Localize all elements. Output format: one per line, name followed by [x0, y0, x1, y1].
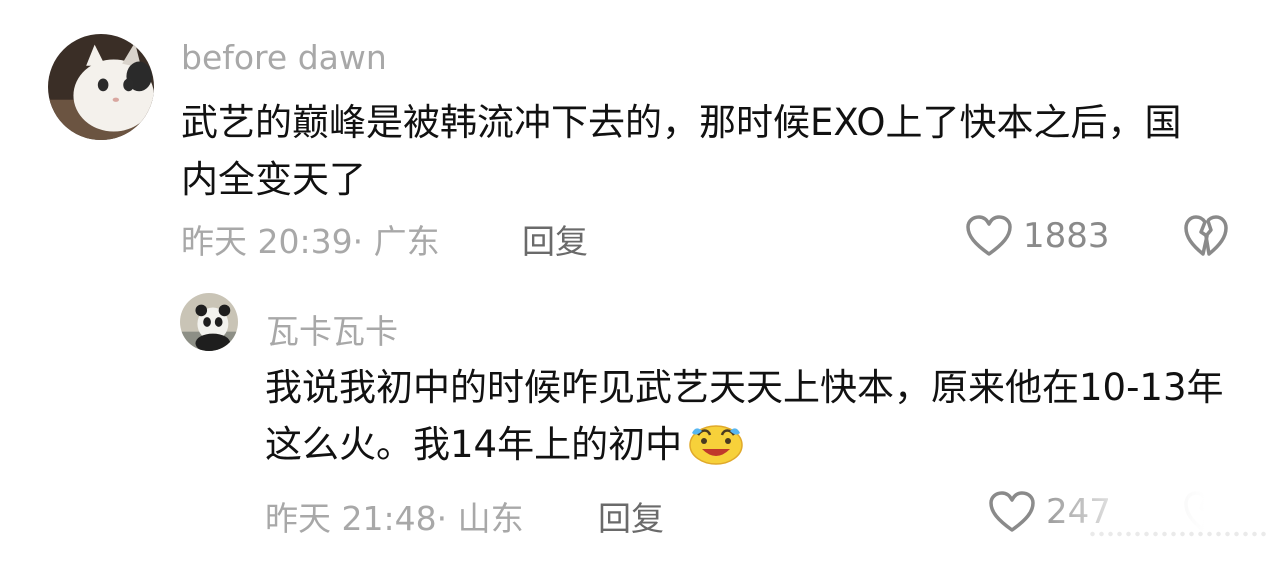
like-count: 1883	[1023, 216, 1110, 256]
comment-time: 昨天 20:39·	[181, 222, 364, 261]
reply-button[interactable]: 回复	[598, 492, 664, 540]
comment-meta: 昨天 21:48· 山东	[265, 492, 524, 540]
crying-laughing-emoji	[688, 421, 744, 481]
comment-location: 山东	[457, 499, 524, 538]
reply-button[interactable]: 回复	[522, 215, 588, 263]
comment-username[interactable]: before dawn	[181, 38, 387, 77]
panda-avatar-image	[180, 293, 238, 351]
watermark-overlay	[1088, 528, 1268, 540]
avatar[interactable]	[48, 34, 154, 140]
heart-outline-icon	[988, 490, 1036, 534]
comment-meta: 昨天 20:39· 广东	[181, 215, 440, 263]
comment-location: 广东	[373, 222, 440, 261]
watermark-fade-overlay	[1030, 480, 1280, 565]
comment-username[interactable]: 瓦卡瓦卡	[266, 305, 398, 353]
broken-heart-icon	[1183, 214, 1229, 258]
comment-text-content: 我说我初中的时候咋见武艺天天上快本，原来他在10-13年这么火。我14年上的初中	[265, 366, 1224, 467]
comment-thread: before dawn 武艺的巅峰是被韩流冲下去的，那时候EXO上了快本之后，国…	[0, 0, 1280, 565]
comment-text: 武艺的巅峰是被韩流冲下去的，那时候EXO上了快本之后，国内全变天了	[181, 101, 1182, 202]
dislike-button[interactable]	[1183, 214, 1229, 258]
comment-text: 我说我初中的时候咋见武艺天天上快本，原来他在10-13年这么火。我14年上的初中	[265, 359, 1245, 482]
cat-avatar-image	[48, 34, 154, 140]
heart-outline-icon	[965, 214, 1013, 258]
avatar[interactable]	[180, 293, 238, 351]
comment-time: 昨天 21:48·	[265, 499, 448, 538]
like-button[interactable]: 1883	[965, 214, 1110, 258]
